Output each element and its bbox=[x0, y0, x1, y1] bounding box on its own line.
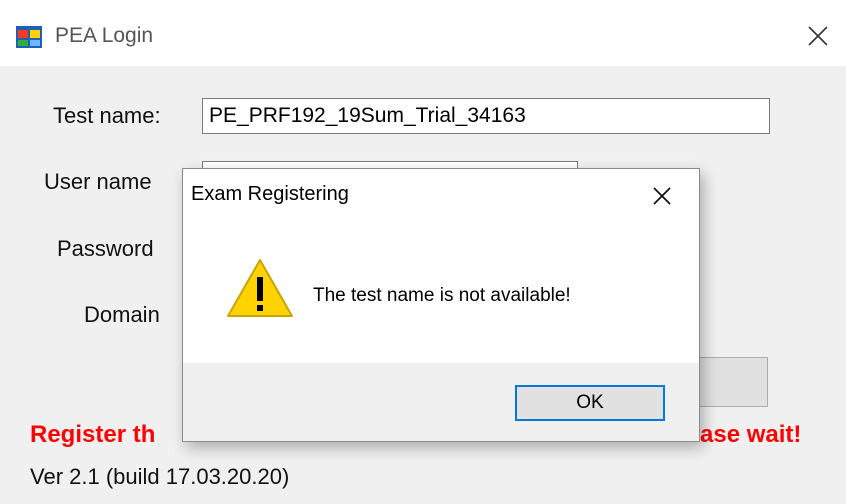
test-name-label: Test name: bbox=[53, 103, 161, 128]
app-window-icon bbox=[16, 26, 42, 48]
dialog-button-bar: OK bbox=[183, 363, 699, 441]
window-title: PEA Login bbox=[55, 24, 154, 47]
status-message-left: Register th bbox=[30, 421, 156, 448]
dialog-title: Exam Registering bbox=[191, 183, 349, 205]
status-message-right: ase wait! bbox=[700, 421, 802, 448]
exam-registering-dialog: Exam Registering The test name is not av… bbox=[182, 168, 700, 442]
version-label: Ver 2.1 (build 17.03.20.20) bbox=[30, 464, 290, 489]
domain-label: Domain bbox=[84, 302, 160, 327]
password-label: Password bbox=[57, 236, 154, 261]
title-bar: PEA Login bbox=[0, 0, 846, 66]
ok-button[interactable]: OK bbox=[515, 385, 665, 421]
test-name-input[interactable]: PE_PRF192_19Sum_Trial_34163 bbox=[202, 98, 770, 134]
pea-login-window: PEA Login Test name: PE_PRF192_19Sum_Tri… bbox=[0, 0, 846, 504]
warning-icon bbox=[227, 259, 293, 317]
close-icon[interactable] bbox=[806, 24, 830, 48]
close-icon[interactable] bbox=[650, 184, 674, 208]
user-name-label: User name bbox=[44, 169, 152, 194]
dialog-message: The test name is not available! bbox=[313, 285, 571, 306]
